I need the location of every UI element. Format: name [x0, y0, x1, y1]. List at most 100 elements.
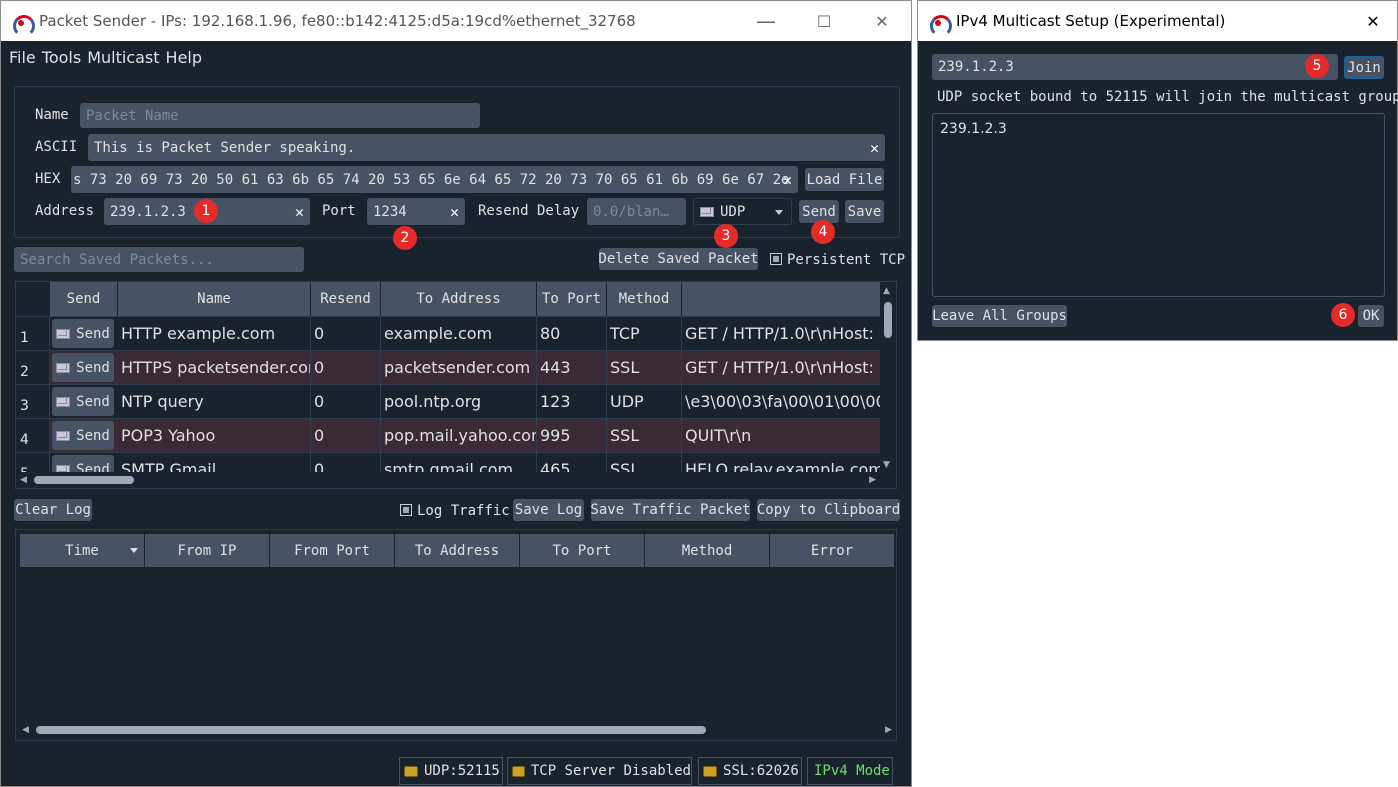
scroll-up-icon[interactable]: ▲ — [883, 286, 890, 296]
packets-horizontal-scrollbar[interactable]: ◀ ▶ — [16, 472, 882, 488]
maximize-button[interactable]: ☐ — [795, 12, 853, 31]
load-file-button[interactable]: Load File — [805, 168, 884, 191]
scroll-down-icon[interactable]: ▼ — [883, 460, 890, 470]
clear-log-button[interactable]: Clear Log — [14, 499, 92, 521]
address-clear-icon[interactable]: ✕ — [295, 203, 304, 221]
port-clear-icon[interactable]: ✕ — [450, 203, 459, 221]
leave-all-groups-button[interactable]: Leave All Groups — [932, 305, 1067, 327]
table-row[interactable]: 4 Send POP3 Yahoo 0 pop.mail.yahoo.com 9… — [16, 418, 882, 452]
persistent-tcp-label: Persistent TCP — [787, 252, 906, 268]
column-header-to-address[interactable]: To Address — [381, 282, 537, 316]
row-send-button[interactable]: Send — [52, 353, 114, 382]
cell-port: 80 — [537, 317, 607, 350]
column-header-to-port[interactable]: To Port — [520, 534, 645, 567]
ascii-label: ASCII — [35, 139, 78, 155]
ascii-input[interactable]: This is Packet Sender speaking. ✕ — [88, 134, 885, 161]
port-value: 1234 — [373, 203, 407, 220]
minimize-button[interactable]: — — [737, 11, 795, 31]
log-horizontal-scrollbar[interactable]: ◀ ▶ — [16, 722, 896, 738]
status-tcp[interactable]: TCP Server Disabled — [507, 757, 692, 785]
persistent-tcp-checkbox[interactable]: Persistent TCP — [770, 252, 905, 268]
list-item[interactable]: 239.1.2.3 — [940, 121, 1377, 137]
cell-data: QUIT\r\n — [685, 426, 752, 445]
protocol-select[interactable]: UDP — [693, 198, 792, 225]
search-saved-packets-input[interactable]: Search Saved Packets... — [14, 247, 304, 272]
hex-value: s 73 20 69 73 20 50 61 63 6b 65 74 20 53… — [73, 171, 790, 188]
network-icon — [404, 765, 418, 777]
packets-vertical-scrollbar[interactable]: ▲ ▼ — [880, 282, 896, 472]
hex-input[interactable]: s 73 20 69 73 20 50 61 63 6b 65 74 20 53… — [71, 166, 798, 193]
search-placeholder: Search Saved Packets... — [20, 251, 214, 268]
menu-bar: File Tools Multicast Help — [1, 41, 911, 73]
menu-help[interactable]: Help — [166, 48, 202, 67]
status-tcp-label: TCP Server Disabled — [530, 763, 691, 779]
envelope-icon — [56, 362, 71, 373]
scroll-right-icon[interactable]: ▶ — [885, 725, 892, 735]
column-header-from-port[interactable]: From Port — [270, 534, 395, 567]
scroll-right-icon[interactable]: ▶ — [869, 475, 876, 485]
resend-delay-input[interactable]: 0.0/blan… — [587, 198, 686, 225]
row-send-button[interactable]: Send — [52, 387, 114, 416]
copy-to-clipboard-button[interactable]: Copy to Clipboard — [757, 499, 900, 521]
title-bar: Packet Sender - IPs: 192.168.1.96, fe80:… — [1, 1, 911, 41]
close-button[interactable]: ✕ — [853, 12, 911, 31]
sort-down-icon — [130, 548, 138, 553]
save-log-button[interactable]: Save Log — [513, 499, 584, 521]
column-header-to-port[interactable]: To Port — [537, 282, 607, 316]
annotation-badge-6: 6 — [1331, 303, 1355, 327]
packet-name-input[interactable]: Packet Name — [80, 103, 480, 128]
scroll-thumb[interactable] — [34, 476, 134, 484]
menu-multicast[interactable]: Multicast — [87, 48, 159, 67]
status-udp[interactable]: UDP:52115 — [399, 757, 503, 785]
row-send-button[interactable]: Send — [52, 421, 114, 450]
table-row[interactable]: 3 Send NTP query 0 pool.ntp.org 123 UDP … — [16, 384, 882, 418]
column-header-from-ip[interactable]: From IP — [145, 534, 270, 567]
annotation-badge-5: 5 — [1305, 54, 1329, 78]
address-value: 239.1.2.3 — [110, 203, 186, 220]
column-header-resend[interactable]: Resend — [311, 282, 381, 316]
hex-clear-icon[interactable]: ✕ — [783, 171, 792, 189]
envelope-icon — [56, 328, 71, 339]
annotation-badge-3: 3 — [714, 224, 738, 248]
row-send-button[interactable]: Send — [52, 319, 114, 348]
status-ip-mode[interactable]: IPv4 Mode — [807, 757, 893, 785]
multicast-address-input[interactable]: 239.1.2.3 — [932, 54, 1338, 80]
ascii-clear-icon[interactable]: ✕ — [870, 139, 879, 157]
table-row[interactable]: 1 Send HTTP example.com 0 example.com 80… — [16, 316, 882, 350]
close-button[interactable]: ✕ — [1349, 12, 1397, 31]
column-header-to-address[interactable]: To Address — [395, 534, 520, 567]
column-header-error[interactable]: Error — [770, 534, 895, 567]
multicast-address-value: 239.1.2.3 — [938, 59, 1014, 75]
row-send-label: Send — [76, 325, 110, 342]
save-traffic-packet-button[interactable]: Save Traffic Packet — [590, 499, 751, 521]
scroll-thumb[interactable] — [884, 302, 892, 338]
scroll-left-icon[interactable]: ◀ — [20, 475, 27, 485]
scroll-thumb[interactable] — [36, 726, 706, 734]
cell-method: UDP — [607, 385, 682, 418]
menu-file[interactable]: File — [9, 48, 36, 67]
scroll-left-icon[interactable]: ◀ — [22, 725, 29, 735]
menu-tools[interactable]: Tools — [42, 48, 81, 67]
row-send-label: Send — [76, 393, 110, 410]
column-header-method[interactable]: Method — [645, 534, 770, 567]
joined-groups-list[interactable]: 239.1.2.3 — [932, 113, 1385, 297]
column-header-data[interactable] — [682, 282, 882, 316]
cell-resend: 0 — [311, 317, 381, 350]
ok-button[interactable]: OK — [1358, 305, 1384, 327]
column-header-time[interactable]: Time — [20, 534, 145, 567]
save-button[interactable]: Save — [845, 200, 884, 223]
status-ssl[interactable]: SSL:62026 — [698, 757, 802, 785]
cell-data: GET / HTTP/1.0\r\nHost: ex — [685, 324, 882, 343]
port-input[interactable]: 1234 ✕ — [367, 198, 465, 225]
column-header-send[interactable]: Send — [50, 282, 118, 316]
annotation-badge-4: 4 — [811, 220, 835, 244]
envelope-icon — [700, 206, 714, 217]
join-button[interactable]: Join — [1344, 56, 1384, 79]
column-header-method[interactable]: Method — [607, 282, 682, 316]
table-row[interactable]: 2 Send HTTPS packetsender.com 0 packetse… — [16, 350, 882, 384]
delete-saved-packet-button[interactable]: Delete Saved Packet — [598, 248, 759, 270]
log-traffic-checkbox[interactable]: Log Traffic — [400, 503, 510, 519]
dialog-title: IPv4 Multicast Setup (Experimental) — [956, 12, 1226, 30]
cell-method: SSL — [607, 419, 682, 452]
column-header-name[interactable]: Name — [118, 282, 311, 316]
